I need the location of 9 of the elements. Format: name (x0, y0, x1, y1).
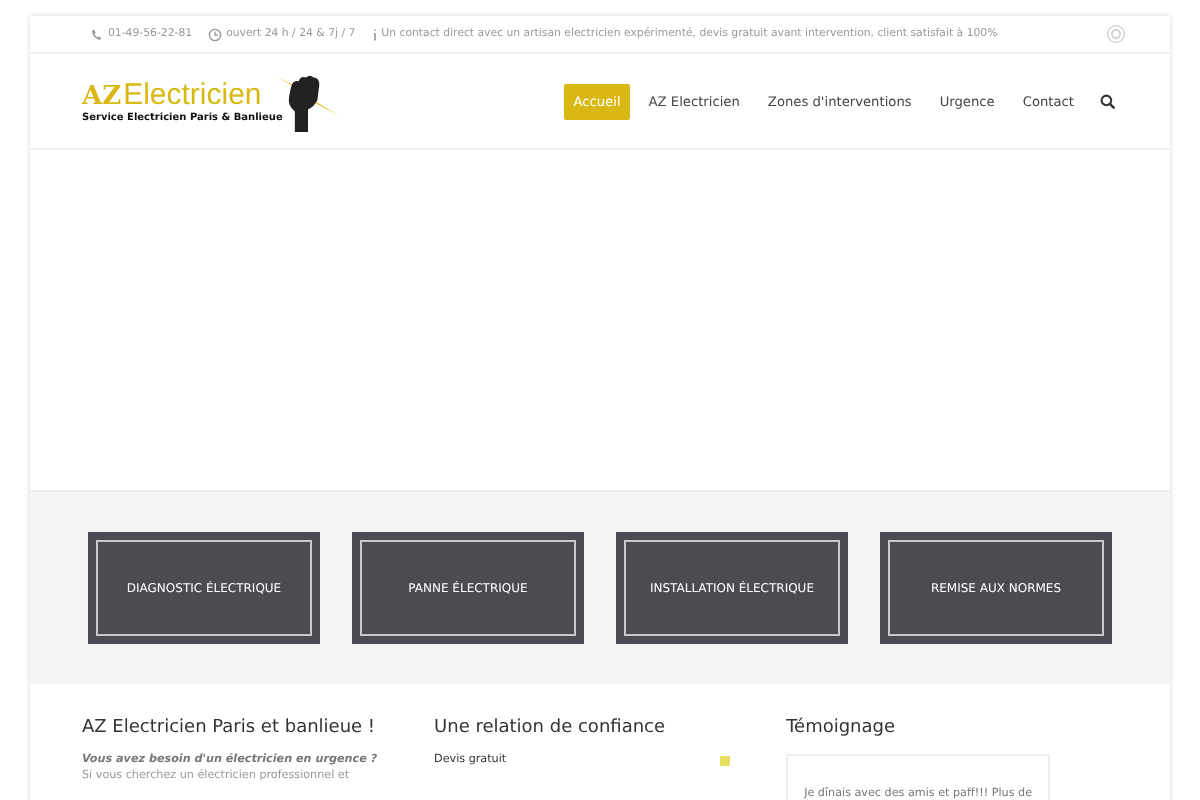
info-icon (371, 27, 378, 41)
logo-brand: AZElectricien (82, 79, 264, 111)
section-title: Une relation de confiance (434, 718, 668, 738)
clock-icon (208, 27, 223, 41)
section-title: Témoignage (786, 718, 898, 738)
section-title: AZ Electricien Paris et banlieue ! (82, 718, 378, 738)
search-icon[interactable] (1100, 93, 1116, 109)
phone-icon (90, 27, 104, 41)
accordion-toggle-icon[interactable] (720, 755, 731, 765)
